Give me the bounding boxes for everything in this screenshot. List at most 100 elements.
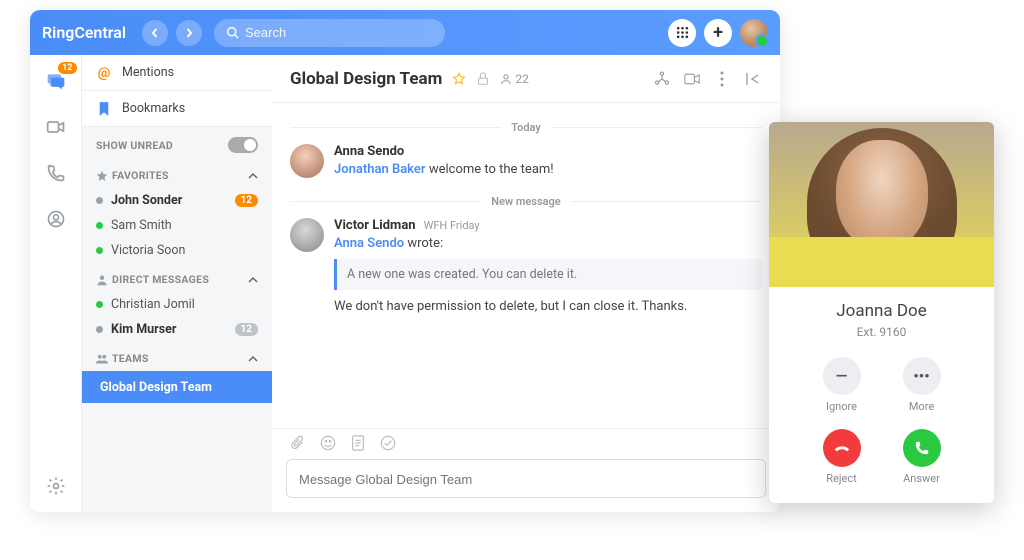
sidebar-mentions[interactable]: @ Mentions bbox=[82, 55, 272, 91]
message-author: Anna Sendo bbox=[334, 144, 404, 159]
nav-rail: 12 bbox=[30, 55, 82, 512]
star-icon bbox=[96, 170, 108, 182]
search-input[interactable] bbox=[245, 25, 433, 40]
sidebar: @ Mentions Bookmarks SHOW UNREAD FAVORIT… bbox=[82, 55, 272, 512]
nav-forward-button[interactable] bbox=[176, 20, 202, 46]
teams-header[interactable]: TEAMS bbox=[82, 342, 272, 371]
message-author: Victor Lidman bbox=[334, 218, 416, 233]
conversation-title: Global Design Team bbox=[290, 69, 442, 89]
composer[interactable] bbox=[286, 459, 766, 498]
answer-button[interactable]: Answer bbox=[903, 429, 941, 485]
chevron-right-icon bbox=[184, 28, 194, 38]
integrations-button[interactable] bbox=[652, 69, 672, 89]
search-icon bbox=[226, 26, 239, 39]
show-unread-row: SHOW UNREAD bbox=[82, 127, 272, 159]
profile-avatar[interactable] bbox=[740, 19, 768, 47]
favorite-star[interactable] bbox=[452, 72, 466, 86]
message-item: Anna Sendo Jonathan Baker welcome to the… bbox=[290, 144, 762, 179]
nodes-icon bbox=[654, 71, 670, 87]
team-icon bbox=[96, 353, 108, 365]
main-panel: Global Design Team 22 Today bbox=[272, 55, 780, 512]
note-button[interactable] bbox=[350, 435, 366, 451]
member-count[interactable]: 22 bbox=[500, 72, 529, 86]
ignore-button[interactable]: — Ignore bbox=[823, 357, 861, 413]
caller-info: Joanna Doe Ext. 9160 bbox=[769, 287, 994, 345]
caller-name: Joanna Doe bbox=[779, 301, 984, 321]
dm-christian-jomil[interactable]: Christian Jomil bbox=[82, 292, 272, 317]
favorite-john-sonder[interactable]: John Sonder 12 bbox=[82, 188, 272, 213]
presence-dot bbox=[96, 197, 103, 204]
video-icon bbox=[684, 71, 700, 87]
dialpad-icon bbox=[676, 26, 689, 39]
message-text: Anna Sendo wrote: bbox=[334, 235, 762, 253]
dialpad-button[interactable] bbox=[668, 19, 696, 47]
video-call-button[interactable] bbox=[682, 69, 702, 89]
app-window: RingCentral + 12 bbox=[30, 10, 780, 512]
message-list[interactable]: Today Anna Sendo Jonathan Baker welcome … bbox=[272, 103, 780, 428]
rail-messages[interactable]: 12 bbox=[44, 69, 68, 93]
mention-link[interactable]: Jonathan Baker bbox=[334, 162, 426, 177]
contact-icon bbox=[46, 209, 66, 229]
top-bar: RingCentral + bbox=[30, 10, 780, 55]
mention-link[interactable]: Anna Sendo bbox=[334, 236, 404, 251]
collapse-button[interactable] bbox=[742, 69, 762, 89]
message-avatar[interactable] bbox=[290, 218, 324, 252]
rail-contacts[interactable] bbox=[44, 207, 68, 231]
note-icon bbox=[350, 435, 366, 451]
chevron-left-icon bbox=[150, 28, 160, 38]
team-global-design[interactable]: Global Design Team bbox=[82, 371, 272, 403]
reject-button[interactable]: Reject bbox=[823, 429, 861, 485]
rail-phone[interactable] bbox=[44, 161, 68, 185]
gear-icon bbox=[46, 476, 66, 496]
message-item: Victor Lidman WFH Friday Anna Sendo wrot… bbox=[290, 218, 762, 316]
more-menu-button[interactable] bbox=[712, 69, 732, 89]
lock-indicator bbox=[476, 72, 490, 86]
call-actions-row-1: — Ignore ••• More bbox=[769, 345, 994, 417]
task-button[interactable] bbox=[380, 435, 396, 451]
person-icon bbox=[96, 274, 108, 286]
message-text: We don't have permission to delete, but … bbox=[334, 298, 762, 316]
check-circle-icon bbox=[380, 435, 396, 451]
nav-back-button[interactable] bbox=[142, 20, 168, 46]
sidebar-bookmarks[interactable]: Bookmarks bbox=[82, 91, 272, 127]
attach-button[interactable] bbox=[290, 435, 306, 451]
incoming-call-card: Joanna Doe Ext. 9160 — Ignore ••• More R… bbox=[769, 122, 994, 503]
composer-toolbar bbox=[272, 428, 780, 455]
message-body: Anna Sendo Jonathan Baker welcome to the… bbox=[334, 144, 762, 179]
dm-kim-murser[interactable]: Kim Murser 12 bbox=[82, 317, 272, 342]
favorite-victoria-soon[interactable]: Victoria Soon bbox=[82, 238, 272, 263]
unread-badge: 12 bbox=[235, 323, 258, 336]
person-icon bbox=[500, 73, 512, 85]
at-icon: @ bbox=[96, 65, 112, 81]
chevron-up-icon bbox=[248, 352, 258, 365]
date-divider: Today bbox=[290, 121, 762, 134]
show-unread-toggle[interactable] bbox=[228, 137, 258, 153]
conversation-header: Global Design Team 22 bbox=[272, 55, 780, 103]
minus-icon: — bbox=[823, 357, 861, 395]
composer-input[interactable] bbox=[299, 472, 753, 487]
lock-icon bbox=[476, 72, 490, 86]
emoji-button[interactable] bbox=[320, 435, 336, 451]
sidebar-bookmarks-label: Bookmarks bbox=[122, 101, 185, 116]
chat-icon bbox=[46, 71, 66, 91]
presence-dot bbox=[96, 247, 103, 254]
rail-video[interactable] bbox=[44, 115, 68, 139]
hangup-icon bbox=[823, 429, 861, 467]
message-avatar[interactable] bbox=[290, 144, 324, 178]
phone-icon bbox=[903, 429, 941, 467]
brand-logo: RingCentral bbox=[42, 23, 126, 42]
chevron-up-icon bbox=[248, 273, 258, 286]
search-field[interactable] bbox=[214, 19, 445, 47]
dm-header[interactable]: DIRECT MESSAGES bbox=[82, 263, 272, 292]
caller-extension: Ext. 9160 bbox=[779, 325, 984, 339]
bookmark-icon bbox=[96, 101, 112, 117]
video-icon bbox=[46, 117, 66, 137]
message-text: Jonathan Baker welcome to the team! bbox=[334, 161, 762, 179]
more-vertical-icon bbox=[714, 71, 730, 87]
favorite-sam-smith[interactable]: Sam Smith bbox=[82, 213, 272, 238]
rail-settings[interactable] bbox=[44, 474, 68, 498]
plus-icon: + bbox=[713, 22, 723, 43]
favorites-header[interactable]: FAVORITES bbox=[82, 159, 272, 188]
more-button[interactable]: ••• More bbox=[903, 357, 941, 413]
new-button[interactable]: + bbox=[704, 19, 732, 47]
